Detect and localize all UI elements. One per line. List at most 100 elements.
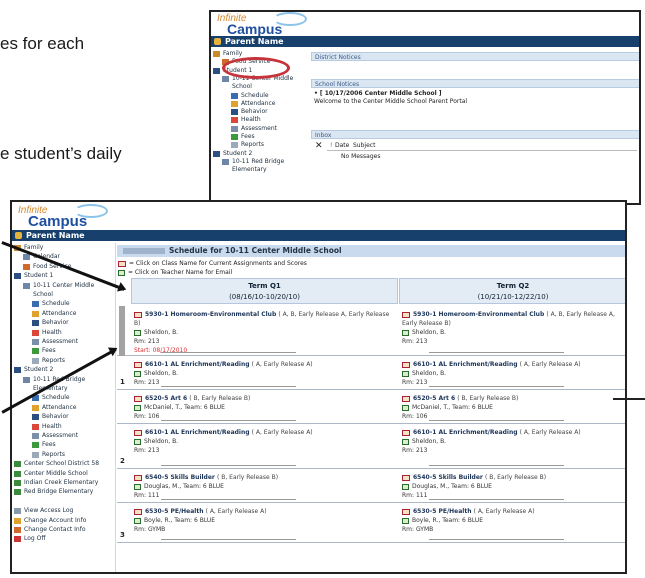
family-icon: [213, 51, 220, 57]
schedule-icon: [32, 301, 39, 308]
sidebar-item[interactable]: Attendance: [241, 100, 275, 107]
sidebar-item[interactable]: Indian Creek Elementary: [24, 479, 98, 486]
sidebar-item[interactable]: Student 2: [24, 366, 53, 373]
class-cell: 6610-1 AL Enrichment/Reading ( A, Early …: [402, 428, 624, 455]
term-header-1: Term Q1 (08/16/10-10/20/10): [131, 278, 398, 304]
sidebar-item[interactable]: Student 2: [223, 150, 252, 157]
teacher-email-icon: [134, 329, 141, 336]
teacher-name-link[interactable]: Sheldon, B.: [412, 438, 446, 445]
cell-underline: [161, 420, 296, 421]
sidebar-item[interactable]: Center School District 58: [24, 460, 99, 467]
room-number: Rm: GYMB: [402, 526, 434, 533]
header-bar: Parent Name: [211, 36, 639, 47]
sidebar-item[interactable]: Attendance: [42, 404, 76, 411]
teacher-email-icon: [134, 404, 141, 411]
sidebar-item[interactable]: Schedule: [241, 92, 269, 99]
sidebar-item[interactable]: 10-11 Center Middle: [33, 282, 94, 289]
sidebar-item[interactable]: Assessment: [42, 338, 78, 345]
teacher-email-icon: [402, 517, 409, 524]
sidebar-item[interactable]: Health: [241, 116, 261, 123]
sidebar-item[interactable]: Schedule: [42, 394, 70, 401]
sidebar-item[interactable]: Behavior: [42, 413, 69, 420]
sidebar-item[interactable]: Health: [42, 329, 62, 336]
sidebar-item[interactable]: Behavior: [241, 108, 268, 115]
class-name-link[interactable]: 5930-1 Homeroom-Environmental Club ( A, …: [134, 311, 389, 327]
sidebar-item[interactable]: Health: [42, 423, 62, 430]
term-header-2: Term Q2 (10/21/10-12/22/10): [399, 278, 625, 304]
logo-swoosh-icon: [74, 204, 108, 218]
sidebar-item[interactable]: Log Off: [24, 535, 45, 542]
main-panel: District Notices School Notices • [ 10/1…: [311, 50, 639, 203]
teacher-name-link[interactable]: Douglas, M., Team: 6 BLUE: [412, 483, 492, 490]
teacher-name-link[interactable]: McDaniel, T., Team: 6 BLUE: [412, 404, 493, 411]
class-name-link[interactable]: 6520-5 Art 6 ( B, Early Release B): [145, 395, 250, 402]
teacher-email-icon: [118, 269, 125, 276]
teacher-name-link[interactable]: Douglas, M., Team: 6 BLUE: [144, 483, 224, 490]
sidebar-item[interactable]: View Access Log: [24, 507, 73, 514]
sidebar-item[interactable]: Schedule: [42, 300, 70, 307]
sidebar-item[interactable]: Change Account Info: [24, 517, 86, 524]
fees-icon: [231, 134, 238, 140]
student-icon: [213, 150, 220, 157]
log-icon: [14, 508, 21, 515]
sidebar-item[interactable]: Reports: [42, 357, 65, 364]
teacher-email-icon: [134, 370, 141, 377]
teacher-name-link[interactable]: Sheldon, B.: [144, 438, 178, 445]
class-envelope-icon: [134, 311, 142, 318]
cell-underline: [161, 352, 296, 353]
inbox-col-date[interactable]: Date: [335, 142, 349, 149]
cell-underline: [429, 539, 564, 540]
class-name-link[interactable]: 6520-5 Art 6 ( B, Early Release B): [413, 395, 518, 402]
student-name-redacted: [123, 248, 165, 254]
class-name-link[interactable]: 6530-5 PE/Health ( A, Early Release A): [413, 508, 535, 515]
class-name-link[interactable]: 6530-5 PE/Health ( A, Early Release A): [145, 508, 267, 515]
inbox-header: Inbox: [311, 130, 639, 139]
teacher-email-icon: [402, 438, 409, 445]
teacher-name-link[interactable]: Boyle, R., Team: 6 BLUE: [144, 517, 215, 524]
class-name-link[interactable]: 6610-1 AL Enrichment/Reading ( A, Early …: [145, 429, 313, 436]
calendar-icon: [222, 75, 229, 82]
delete-icon[interactable]: ✕: [315, 141, 323, 151]
sidebar-item[interactable]: Behavior: [42, 319, 69, 326]
class-name-link[interactable]: 6610-1 AL Enrichment/Reading ( A, Early …: [413, 429, 581, 436]
sidebar-item[interactable]: Family: [223, 50, 242, 57]
sidebar-item[interactable]: Reports: [241, 141, 264, 148]
teacher-name-link[interactable]: McDaniel, T., Team: 6 BLUE: [144, 404, 225, 411]
sidebar-item[interactable]: Reports: [42, 451, 65, 458]
sidebar-item[interactable]: Fees: [42, 441, 56, 448]
teacher-email-icon: [402, 483, 409, 490]
teacher-name-link[interactable]: Sheldon, B.: [144, 329, 178, 336]
teacher-name-link[interactable]: Sheldon, B.: [412, 370, 446, 377]
sidebar-item[interactable]: Student 1: [24, 272, 53, 279]
sidebar-item[interactable]: Fees: [241, 133, 255, 140]
behavior-icon: [32, 414, 39, 421]
header-bar: Parent Name: [12, 230, 625, 241]
notice-date: • [ 10/17/2006 Center Middle School ]: [314, 90, 442, 97]
sidebar-item[interactable]: Change Contact Info: [24, 526, 86, 533]
class-cell: 5930-1 Homeroom-Environmental Club ( A, …: [402, 310, 624, 346]
sidebar-item[interactable]: School: [33, 291, 53, 298]
class-name-link[interactable]: 5930-1 Homeroom-Environmental Club ( A, …: [402, 311, 615, 327]
sidebar-item[interactable]: Assessment: [241, 125, 277, 132]
sidebar-item[interactable]: Assessment: [42, 432, 78, 439]
class-name-link[interactable]: 6540-5 Skills Builder ( B, Early Release…: [145, 474, 278, 481]
class-name-link[interactable]: 6540-5 Skills Builder ( B, Early Release…: [413, 474, 546, 481]
class-name-link[interactable]: 6610-1 AL Enrichment/Reading ( A, Early …: [145, 361, 313, 368]
sidebar-item[interactable]: Center Middle School: [24, 470, 88, 477]
sidebar-item[interactable]: 10-11 Red Bridge: [232, 158, 284, 165]
sidebar-item[interactable]: Fees: [42, 347, 56, 354]
teacher-name-link[interactable]: Sheldon, B.: [144, 370, 178, 377]
teacher-name-link[interactable]: Sheldon, B.: [412, 329, 446, 336]
sidebar-item[interactable]: School: [232, 83, 252, 90]
class-envelope-icon: [402, 508, 410, 515]
class-name-link[interactable]: 6610-1 AL Enrichment/Reading ( A, Early …: [413, 361, 581, 368]
inbox-col-subject[interactable]: Subject: [353, 142, 375, 149]
calendar-icon: [222, 158, 229, 165]
hint-class-name: = Click on Class Name for Current Assign…: [129, 260, 307, 267]
sidebar-item[interactable]: Elementary: [232, 166, 267, 173]
term-name: Term Q2: [496, 282, 530, 290]
teacher-name-link[interactable]: Boyle, R., Team: 6 BLUE: [412, 517, 483, 524]
sidebar-item[interactable]: Attendance: [42, 310, 76, 317]
class-envelope-icon: [134, 395, 142, 402]
sidebar-item[interactable]: Red Bridge Elementary: [24, 488, 93, 495]
